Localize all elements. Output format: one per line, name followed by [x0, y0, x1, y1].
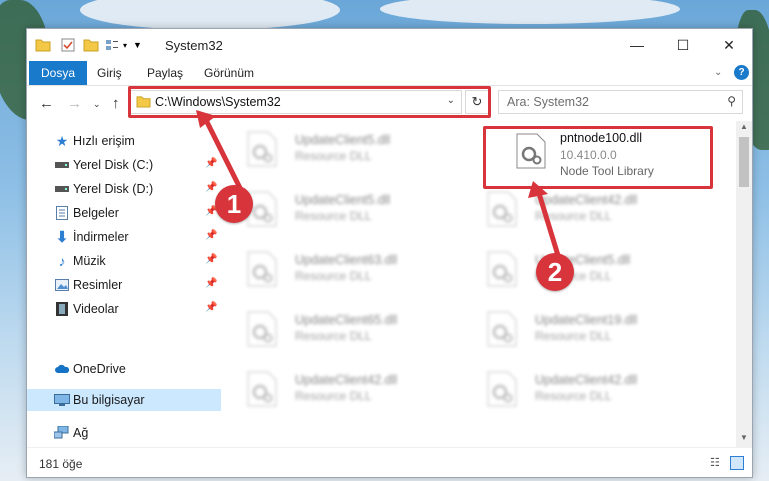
step-2-callout: 2 — [536, 253, 574, 291]
annotation-arrows — [196, 110, 563, 263]
step-1-callout: 1 — [215, 185, 253, 223]
